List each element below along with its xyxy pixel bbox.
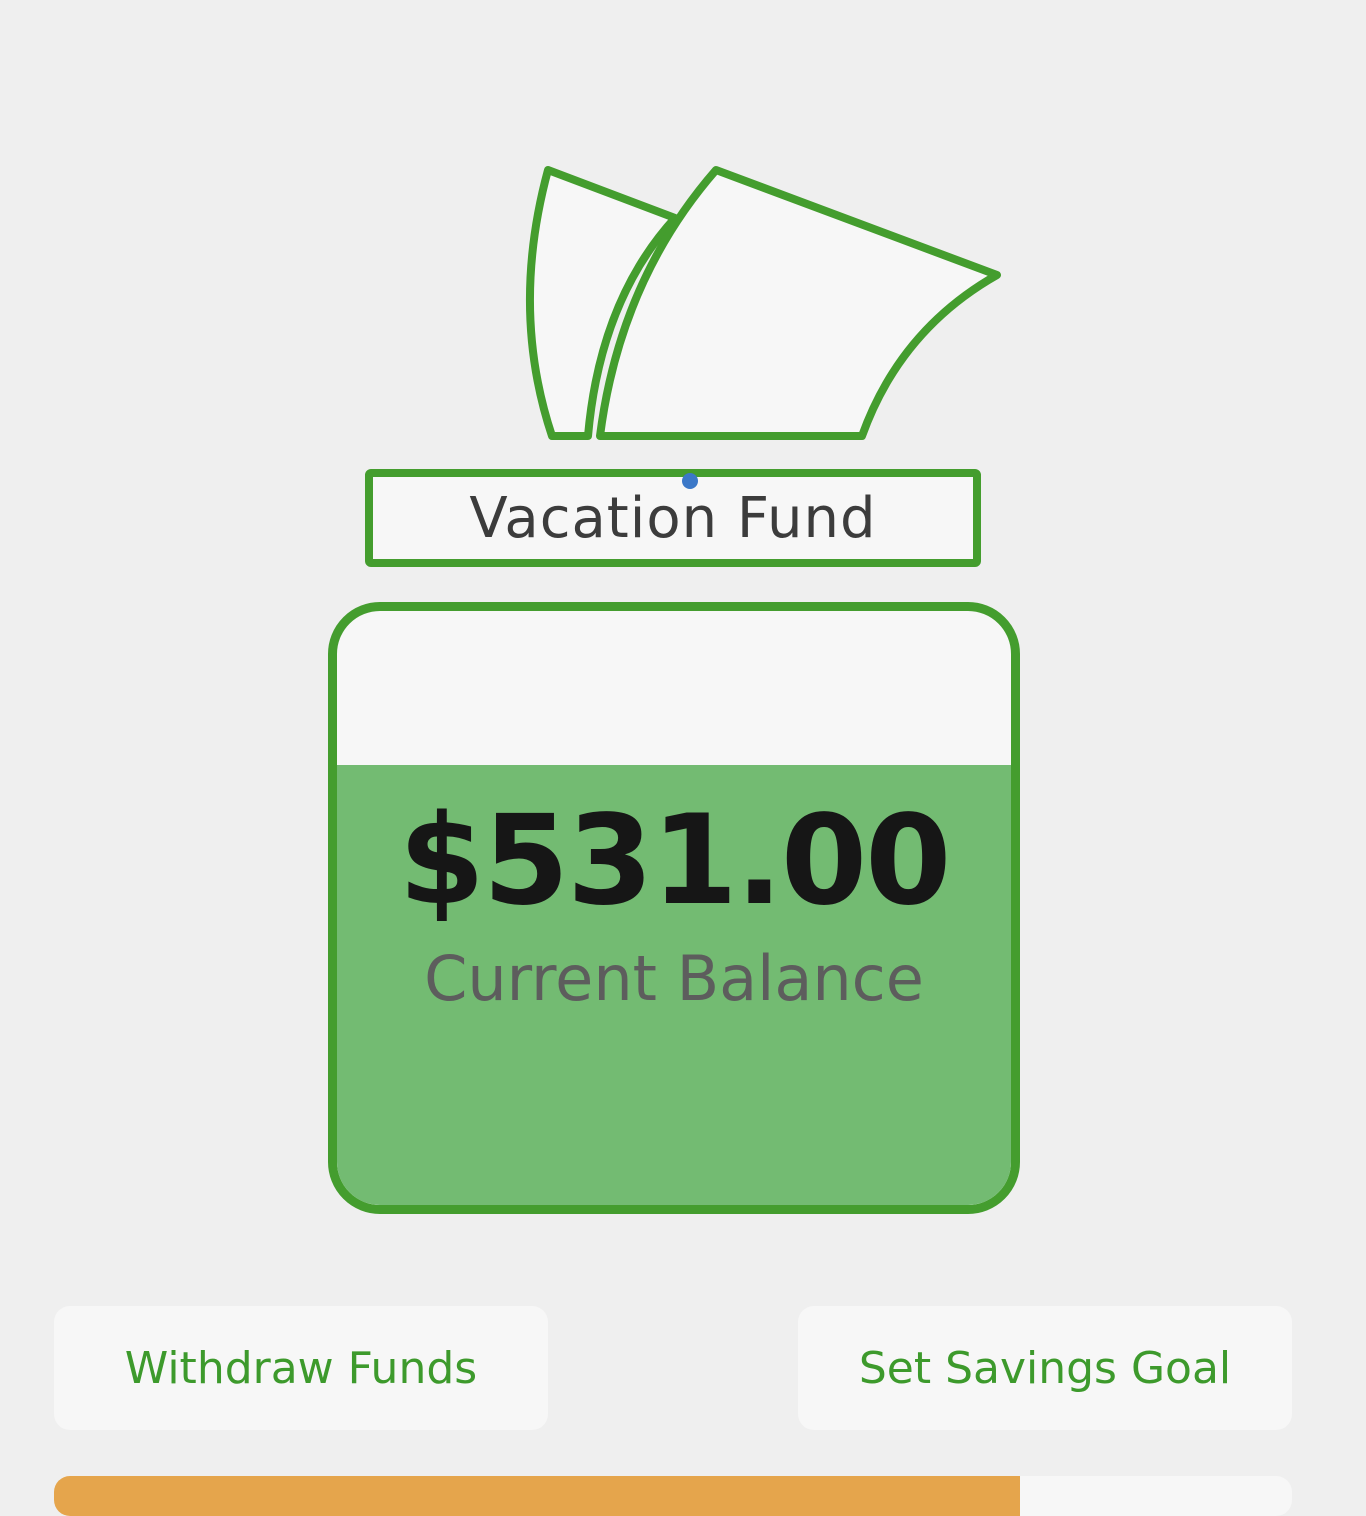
goal-progress-bar: [54, 1476, 1292, 1516]
set-savings-goal-button[interactable]: Set Savings Goal: [798, 1306, 1292, 1430]
money-bills-icon: [525, 166, 1001, 440]
savings-jar-screen: { "jar": { "name": "Vacation Fund", "bal…: [0, 0, 1366, 1516]
goal-progress-fill: [54, 1476, 1020, 1516]
withdraw-funds-button[interactable]: Withdraw Funds: [54, 1306, 548, 1430]
balance-caption: Current Balance: [424, 942, 924, 1015]
jar-name: Vacation Fund: [469, 485, 877, 551]
savings-jar: $531.00 Current Balance: [328, 602, 1020, 1214]
balance-amount: $531.00: [398, 789, 952, 933]
pointer-indicator: [682, 473, 698, 489]
jar-balance-panel: $531.00 Current Balance: [337, 791, 1011, 1019]
jar-label[interactable]: Vacation Fund: [365, 469, 981, 567]
